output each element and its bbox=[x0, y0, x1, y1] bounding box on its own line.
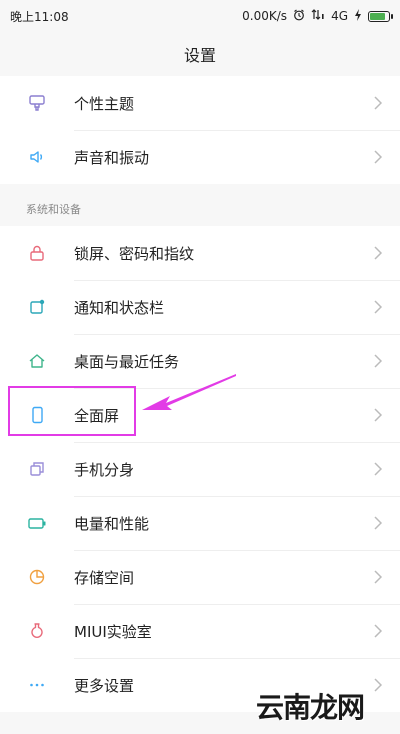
chevron-right-icon bbox=[374, 96, 383, 110]
theme-icon bbox=[26, 92, 48, 114]
settings-item-theme[interactable]: 个性主题 bbox=[0, 76, 400, 130]
settings-item-label: 通知和状态栏 bbox=[74, 298, 165, 317]
watermark: 云南龙网 bbox=[255, 686, 365, 726]
charging-icon bbox=[354, 8, 362, 24]
network-speed: 0.00K/s bbox=[242, 9, 288, 23]
chevron-right-icon bbox=[374, 300, 383, 314]
signal-icon bbox=[311, 9, 325, 23]
settings-item-dual-apps[interactable]: 手机分身 bbox=[0, 442, 400, 496]
highlight-box bbox=[8, 386, 136, 436]
chevron-right-icon bbox=[374, 570, 383, 584]
settings-item-label: 锁屏、密码和指纹 bbox=[74, 244, 195, 263]
chevron-right-icon bbox=[374, 246, 383, 260]
status-right: 0.00K/s 4G bbox=[242, 8, 393, 24]
chevron-right-icon bbox=[374, 408, 383, 422]
settings-item-label: MIUI实验室 bbox=[74, 622, 152, 641]
settings-group-personalization: 个性主题 声音和振动 bbox=[0, 76, 400, 184]
settings-item-notifications[interactable]: 通知和状态栏 bbox=[0, 280, 400, 334]
alarm-icon bbox=[293, 9, 305, 24]
battery-icon bbox=[368, 10, 393, 22]
settings-item-label: 手机分身 bbox=[74, 460, 135, 479]
more-icon bbox=[26, 674, 48, 696]
settings-item-label: 声音和振动 bbox=[74, 148, 150, 167]
watermark-text: 云南龙网 bbox=[255, 691, 365, 724]
annotation-arrow bbox=[142, 374, 236, 410]
battery-icon bbox=[26, 512, 48, 534]
page-title-bar: 设置 bbox=[0, 32, 400, 76]
settings-item-storage[interactable]: 存储空间 bbox=[0, 550, 400, 604]
notification-icon bbox=[26, 296, 48, 318]
lock-icon bbox=[26, 242, 48, 264]
network-type: 4G bbox=[331, 9, 348, 23]
chevron-right-icon bbox=[374, 678, 383, 692]
section-header-system: 系统和设备 bbox=[0, 192, 400, 226]
settings-item-label: 个性主题 bbox=[74, 94, 135, 113]
chevron-right-icon bbox=[374, 624, 383, 638]
settings-item-miui-lab[interactable]: MIUI实验室 bbox=[0, 604, 400, 658]
settings-item-battery[interactable]: 电量和性能 bbox=[0, 496, 400, 550]
page-title: 设置 bbox=[183, 46, 216, 65]
chevron-right-icon bbox=[374, 516, 383, 530]
settings-item-label: 桌面与最近任务 bbox=[74, 352, 180, 371]
speaker-icon bbox=[26, 146, 48, 168]
chevron-right-icon bbox=[374, 354, 383, 368]
copy-icon bbox=[26, 458, 48, 480]
settings-item-sound[interactable]: 声音和振动 bbox=[0, 130, 400, 184]
status-time: 晚上11:08 bbox=[10, 9, 69, 24]
storage-icon bbox=[26, 566, 48, 588]
settings-group-system: 锁屏、密码和指纹 通知和状态栏 桌面与最近任务 全面屏 手机分身 电量和性能 存… bbox=[0, 226, 400, 712]
settings-item-label: 电量和性能 bbox=[74, 514, 150, 533]
chevron-right-icon bbox=[374, 462, 383, 476]
settings-item-label: 存储空间 bbox=[74, 568, 135, 587]
settings-item-lock[interactable]: 锁屏、密码和指纹 bbox=[0, 226, 400, 280]
battery-fill bbox=[370, 12, 386, 20]
home-icon bbox=[26, 350, 48, 372]
status-bar: 晚上11:08 0.00K/s 4G bbox=[0, 0, 400, 32]
chevron-right-icon bbox=[374, 150, 383, 164]
flask-icon bbox=[26, 620, 48, 642]
